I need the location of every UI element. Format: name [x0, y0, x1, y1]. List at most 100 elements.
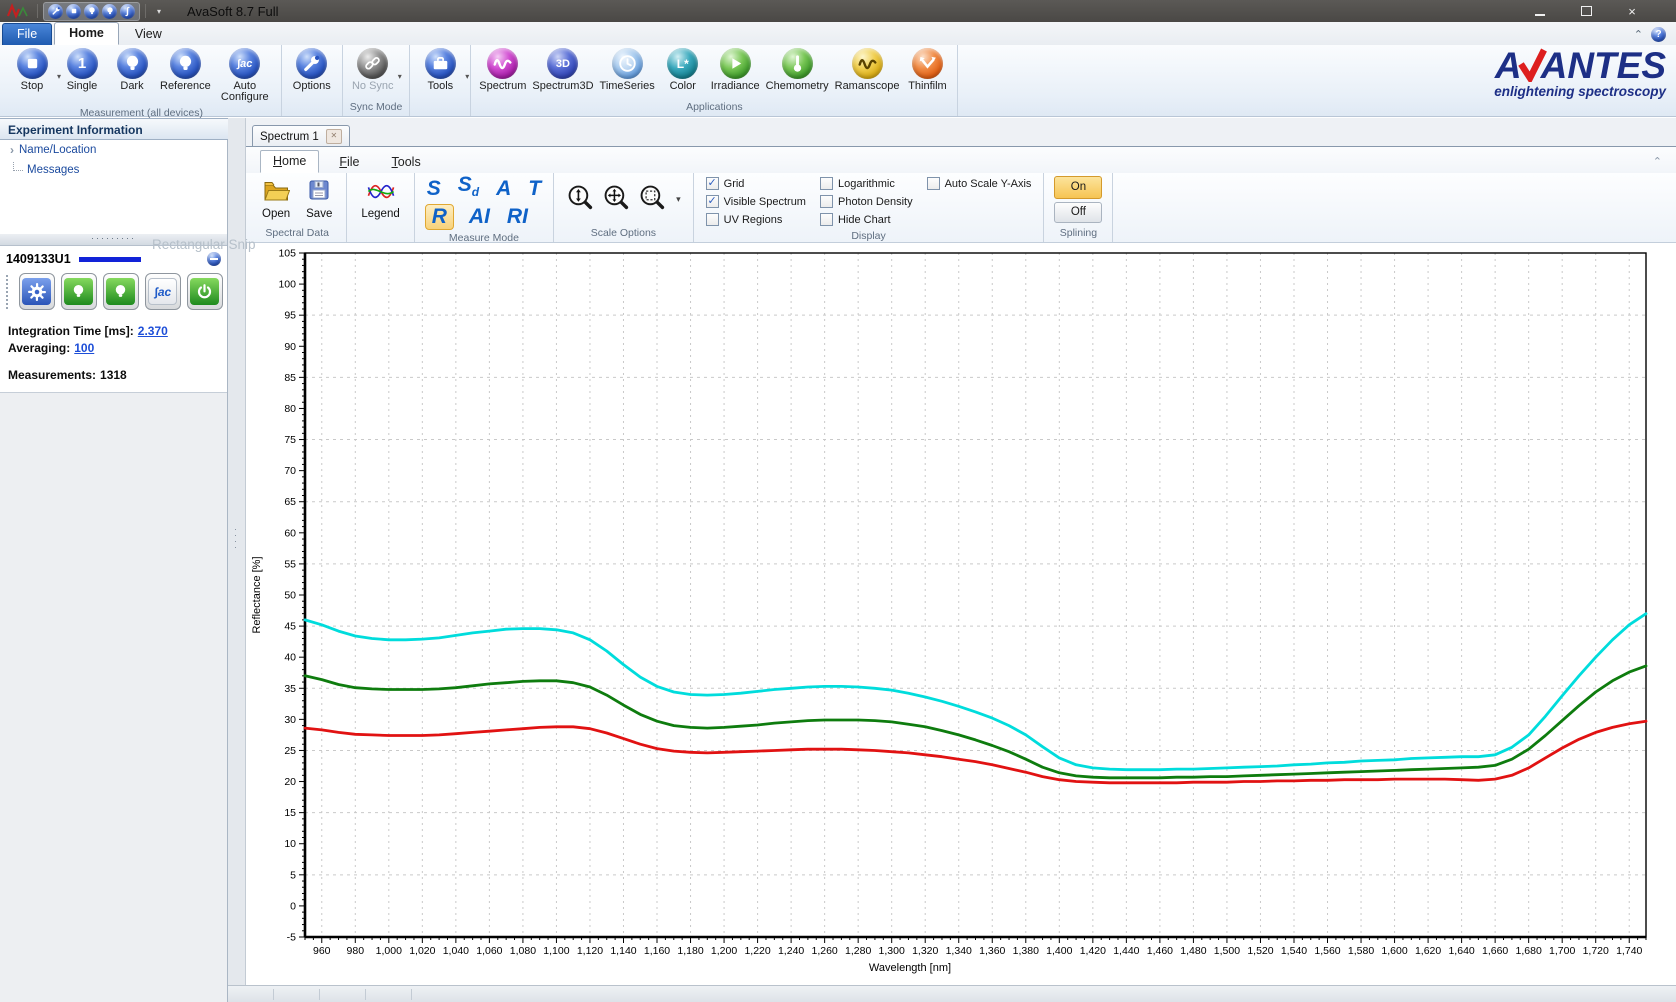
spectrum-tab-file[interactable]: File: [327, 152, 371, 173]
bulb-icon[interactable]: [102, 4, 117, 19]
checkbox-label: Visible Spectrum: [724, 196, 806, 208]
svg-text:1,340: 1,340: [946, 945, 972, 957]
tree-item-messages[interactable]: Messages: [0, 159, 227, 179]
checkbox-icon[interactable]: ✓: [706, 195, 719, 208]
device-button-power[interactable]: [187, 273, 223, 310]
field-value[interactable]: 100: [74, 341, 94, 355]
checkbox-icon[interactable]: [927, 177, 940, 190]
svg-text:15: 15: [284, 807, 296, 819]
app-tab-home[interactable]: Home: [54, 22, 119, 45]
spectrum-chart[interactable]: 9609801,0001,0201,0401,0601,0801,1001,12…: [246, 243, 1676, 985]
sidebar-splitter[interactable]: ·········: [0, 234, 227, 245]
save-button[interactable]: Save: [298, 176, 340, 222]
help-icon[interactable]: ?: [1651, 27, 1666, 42]
ribbon-button-irradiance[interactable]: Irradiance: [708, 46, 763, 94]
ribbon-button-stop[interactable]: Stop▾: [7, 46, 57, 94]
zoom-vertical-icon[interactable]: [566, 183, 593, 215]
ribbon-button-spectrum3d[interactable]: 3DSpectrum3D: [529, 46, 596, 94]
maximize-button[interactable]: [1576, 4, 1596, 19]
ribbon-button-options[interactable]: Options: [287, 46, 337, 94]
measure-mode-a[interactable]: A: [494, 177, 513, 201]
checkbox-auto-scale-y-axis[interactable]: Auto Scale Y-Axis: [927, 177, 1032, 190]
ribbon-button-spectrum[interactable]: Spectrum: [476, 46, 529, 94]
tab-spectrum-1[interactable]: Spectrum 1 ✕: [252, 125, 350, 147]
field-label: Measurements:: [8, 368, 96, 382]
bulb-icon: [117, 48, 148, 79]
close-tab-icon[interactable]: ✕: [326, 129, 342, 144]
ribbon-button-auto-configure[interactable]: ∫acAuto Configure: [214, 46, 276, 105]
ribbon-button-tools[interactable]: Tools▾: [415, 46, 465, 94]
ribbon-button-no-sync[interactable]: No Sync▾: [348, 46, 398, 94]
checkbox-visible-spectrum[interactable]: ✓ Visible Spectrum: [706, 195, 806, 208]
ribbon-button-reference[interactable]: Reference: [157, 46, 214, 94]
zoom-rect-icon[interactable]: [638, 183, 665, 215]
measure-mode-r[interactable]: R: [425, 204, 454, 230]
measure-mode-sd[interactable]: Sd: [456, 173, 481, 204]
splining-off-button[interactable]: Off: [1054, 202, 1102, 223]
ribbon-button-color[interactable]: L*Color: [658, 46, 708, 94]
splitter-grip[interactable]: ····: [234, 526, 237, 550]
svg-text:1,300: 1,300: [879, 945, 905, 957]
ribbon-button-thinfilm[interactable]: Thinfilm: [902, 46, 952, 94]
spectrum-tab-tools[interactable]: Tools: [380, 152, 433, 173]
tree-item-name-location[interactable]: ›Name/Location: [0, 140, 227, 159]
collapse-toolbar-icon[interactable]: ⌃: [1639, 155, 1676, 173]
measure-mode-s[interactable]: S: [425, 177, 443, 201]
stop-icon[interactable]: [66, 4, 81, 19]
checkbox-icon[interactable]: ✓: [706, 177, 719, 190]
scale-dropdown-icon[interactable]: ▾: [676, 194, 681, 205]
ribbon-button-timeseries[interactable]: TimeSeries: [597, 46, 658, 94]
dropdown-caret-icon[interactable]: ▾: [465, 72, 469, 81]
ribbon-button-chemometry[interactable]: Chemometry: [763, 46, 832, 94]
field-value[interactable]: 2.370: [138, 324, 168, 338]
tree-item-label: Messages: [27, 164, 79, 176]
ribbon-group: No Sync▾Sync Mode: [343, 45, 411, 116]
series-spectrum-cyan: [305, 614, 1646, 770]
checkbox-icon[interactable]: [820, 177, 833, 190]
collapse-ribbon-icon[interactable]: ⌃: [1634, 28, 1643, 41]
app-tab-view[interactable]: View: [121, 24, 176, 45]
checkbox-photon-density[interactable]: Photon Density: [820, 195, 913, 208]
minimize-button[interactable]: [1530, 4, 1550, 19]
ribbon-button-ramanscope[interactable]: Ramanscope: [832, 46, 903, 94]
jac-mini-icon[interactable]: ∫: [120, 4, 135, 19]
collapse-device-icon[interactable]: [207, 252, 221, 266]
zoom-pan-icon[interactable]: [602, 183, 629, 215]
checkbox-hide-chart[interactable]: Hide Chart: [820, 213, 913, 226]
device-button-jac-device[interactable]: ∫ac: [145, 273, 181, 310]
measure-mode-ai[interactable]: AI: [467, 205, 492, 229]
device-button-bulb-green[interactable]: [103, 273, 139, 310]
svg-text:1,620: 1,620: [1415, 945, 1441, 957]
close-button[interactable]: ×: [1622, 4, 1642, 19]
ribbon-button-dark[interactable]: Dark: [107, 46, 157, 94]
button-label: Legend: [361, 208, 399, 220]
measure-mode-ri[interactable]: RI: [505, 205, 530, 229]
checkbox-icon[interactable]: [820, 195, 833, 208]
legend-button[interactable]: Legend: [353, 177, 407, 222]
quick-access-dropdown-icon[interactable]: ▾: [157, 7, 161, 16]
spectrum-tab-home[interactable]: Home: [260, 150, 319, 173]
dropdown-caret-icon[interactable]: ▾: [398, 72, 402, 81]
bulb-icon[interactable]: [84, 4, 99, 19]
checkbox-logarithmic[interactable]: Logarithmic: [820, 177, 913, 190]
svg-text:1,000: 1,000: [376, 945, 402, 957]
panel-splitter[interactable]: ····: [228, 118, 246, 985]
checkbox-icon[interactable]: [706, 213, 719, 226]
ribbon-button-single[interactable]: 1Single: [57, 46, 107, 94]
wrench-icon[interactable]: [48, 4, 63, 19]
app-tab-file[interactable]: File: [2, 23, 52, 45]
checkbox-label: Logarithmic: [838, 178, 895, 190]
checkbox-icon[interactable]: [820, 213, 833, 226]
splining-on-button[interactable]: On: [1054, 176, 1102, 199]
document-area: Spectrum 1 ✕ HomeFileTools ⌃ OpenSaveSpe…: [246, 118, 1676, 985]
measure-mode-t[interactable]: T: [526, 177, 543, 201]
device-button-gear[interactable]: [19, 273, 55, 310]
checkbox-uv-regions[interactable]: UV Regions: [706, 213, 806, 226]
open-button[interactable]: Open: [254, 177, 298, 222]
ribbon-button-label: TimeSeries: [600, 81, 655, 92]
avasoft-app-icon: [6, 3, 32, 19]
device-button-bulb-green[interactable]: [61, 273, 97, 310]
checkbox-grid[interactable]: ✓Grid: [706, 177, 806, 190]
expander-icon[interactable]: ›: [10, 143, 14, 157]
toolbar-grip[interactable]: [6, 275, 11, 309]
